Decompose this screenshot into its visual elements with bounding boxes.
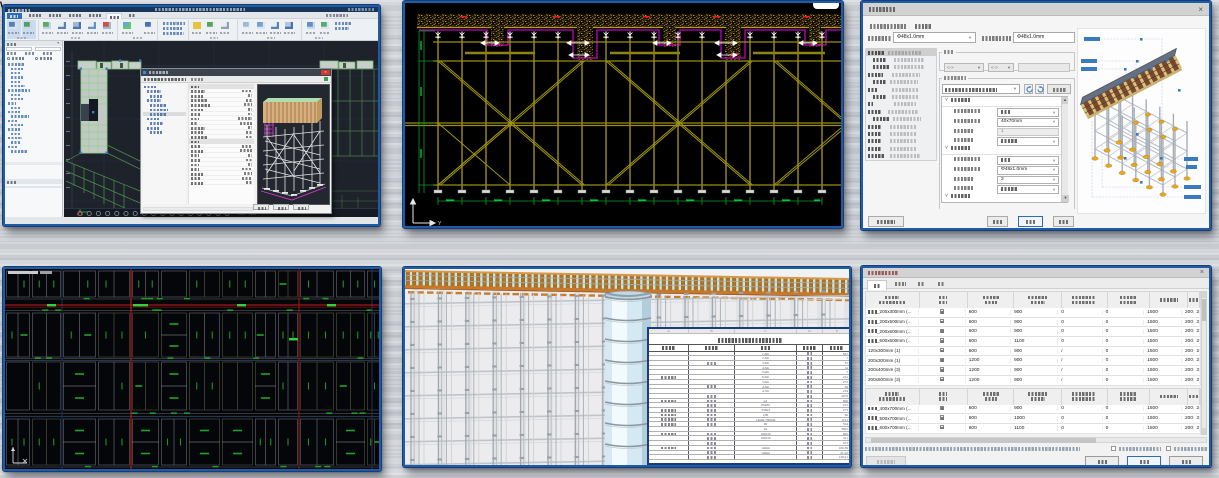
svg-text:Y: Y <box>438 221 442 226</box>
